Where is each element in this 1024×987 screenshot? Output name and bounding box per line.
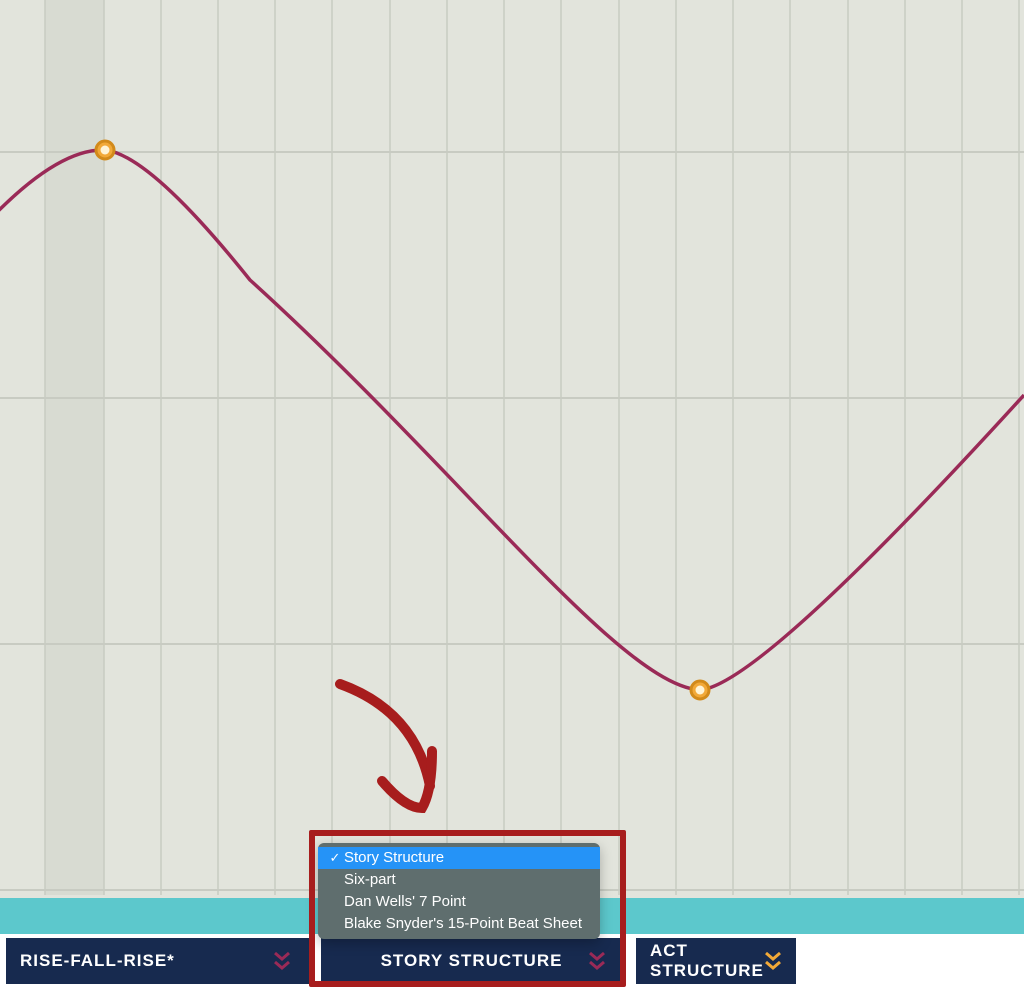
chart-marker-trough[interactable]	[696, 686, 705, 695]
chevron-down-icon	[764, 949, 782, 973]
dropdown-option-label: Dan Wells' 7 Point	[344, 891, 466, 913]
chart-marker-peak[interactable]	[101, 146, 110, 155]
chevron-down-icon	[273, 949, 291, 973]
story-structure-dropdown-menu[interactable]: ✓ Story Structure Six-part Dan Wells' 7 …	[318, 843, 600, 939]
chart-line	[0, 150, 1024, 690]
dropdown-option-label: Story Structure	[344, 847, 444, 869]
check-icon: ✓	[326, 847, 344, 869]
dropdown-option-blake-snyder[interactable]: Blake Snyder's 15-Point Beat Sheet	[318, 913, 600, 935]
dropdown-option-dan-wells[interactable]: Dan Wells' 7 Point	[318, 891, 600, 913]
dropdown-option-label: Six-part	[344, 869, 396, 891]
shape-selector-label: Rise-Fall-Rise*	[20, 951, 273, 971]
chevron-down-icon	[588, 949, 606, 973]
chart-grid	[0, 0, 1024, 895]
dropdown-option-story-structure[interactable]: ✓ Story Structure	[318, 847, 600, 869]
act-structure-selector-label: Act Structure	[650, 941, 764, 981]
dropdown-option-six-part[interactable]: Six-part	[318, 869, 600, 891]
shape-selector-button[interactable]: Rise-Fall-Rise*	[6, 938, 309, 984]
story-structure-selector-label: Story Structure	[335, 951, 588, 971]
dropdown-option-label: Blake Snyder's 15-Point Beat Sheet	[344, 913, 582, 935]
chart-svg	[0, 0, 1024, 895]
story-structure-selector-button[interactable]: Story Structure	[321, 938, 624, 984]
act-structure-selector-button[interactable]: Act Structure	[636, 938, 796, 984]
story-line-chart	[0, 0, 1024, 895]
bottom-toolbar: Rise-Fall-Rise* Story Structure Act Stru…	[0, 934, 1024, 987]
